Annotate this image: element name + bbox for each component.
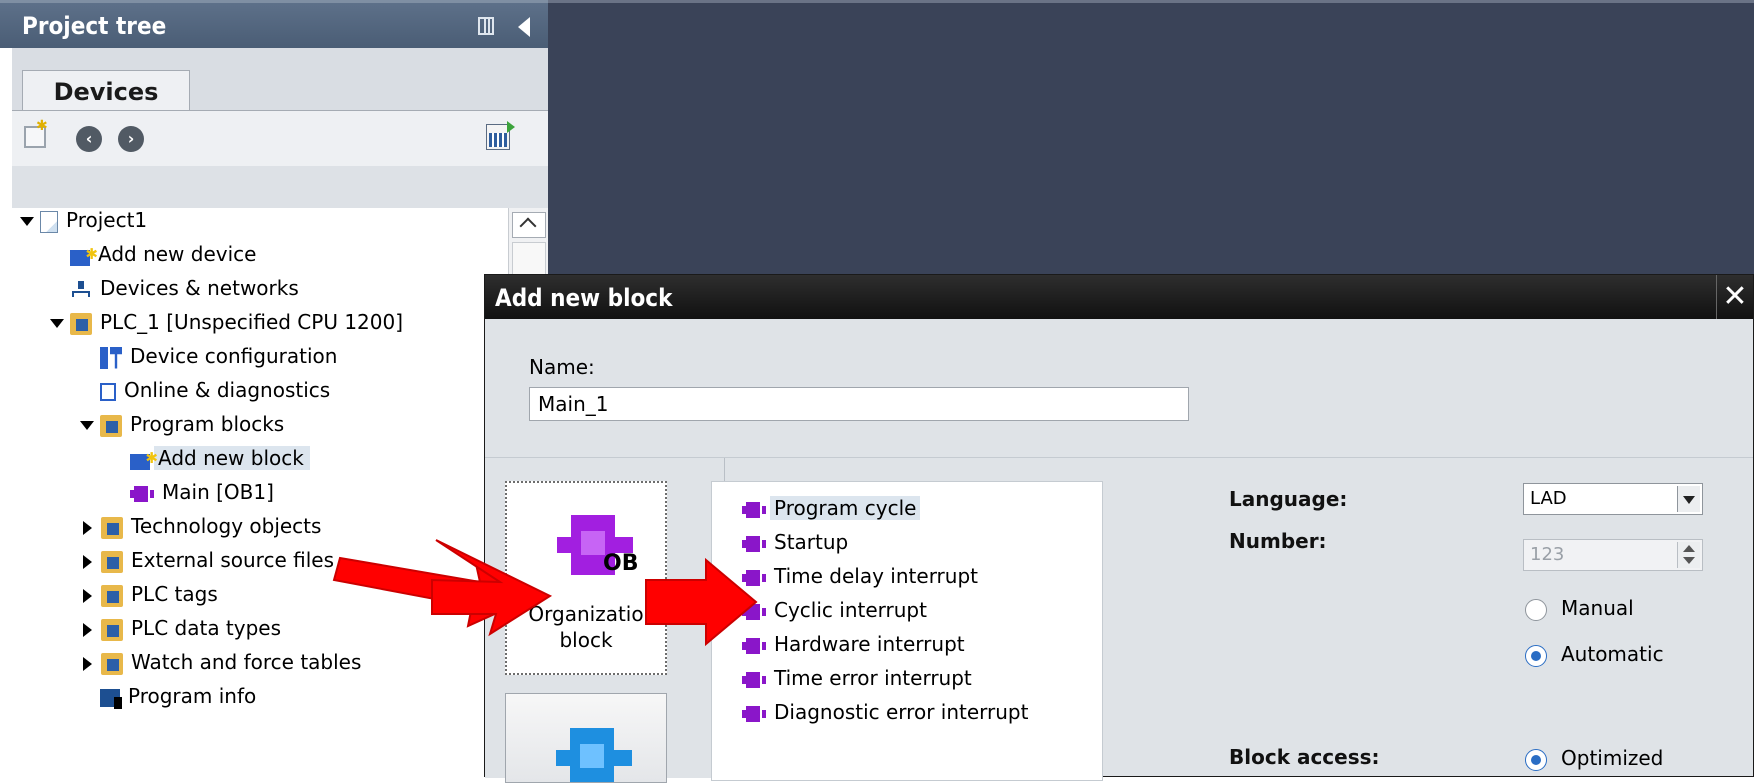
tree-item-online-diagnostics[interactable]: Online & diagnostics: [100, 374, 336, 406]
toolbar-divider: [548, 0, 1754, 3]
folder-icon: [101, 516, 123, 539]
collapse-arrow-icon[interactable]: [83, 588, 92, 603]
language-label: Language:: [1229, 487, 1348, 511]
radio-optimized[interactable]: [1525, 748, 1547, 771]
number-label: Number:: [1229, 529, 1327, 553]
add-new-block-dialog: Add new block ✕ Name: OB Organizatio blo…: [484, 274, 1754, 783]
network-icon: [70, 279, 92, 301]
collapse-arrow-icon[interactable]: [83, 622, 92, 637]
ob-type-program-cycle[interactable]: Program cycle: [742, 492, 921, 524]
devices-view-icon[interactable]: [486, 121, 515, 150]
tree-item-program-blocks[interactable]: Program blocks: [80, 408, 290, 440]
annotation-arrow-3: [645, 557, 758, 647]
ob-type-cyclic-interrupt[interactable]: Cyclic interrupt: [742, 594, 931, 626]
radio-automatic[interactable]: [1525, 644, 1547, 667]
folder-icon: [101, 618, 123, 641]
block-access-optimized[interactable]: Optimized: [1525, 743, 1663, 773]
tree-item-technology-objects[interactable]: Technology objects: [80, 510, 327, 542]
add-block-icon: [130, 442, 158, 474]
number-stepper[interactable]: 123: [1523, 539, 1703, 571]
tree-item-devices-networks[interactable]: Devices & networks: [70, 272, 305, 304]
ob-block-icon: [742, 705, 766, 722]
collapse-panel-icon[interactable]: [518, 17, 530, 37]
add-device-icon: [70, 238, 98, 270]
close-icon[interactable]: ✕: [1716, 275, 1753, 319]
number-mode-automatic[interactable]: Automatic: [1525, 639, 1664, 669]
expand-arrow-icon[interactable]: [20, 217, 34, 226]
number-mode-manual[interactable]: Manual: [1525, 593, 1634, 623]
project-tree-panel: Project tree Devices ‹ › Project1 Add ne…: [0, 0, 548, 777]
radio-manual[interactable]: [1525, 598, 1547, 621]
collapse-arrow-icon[interactable]: [83, 520, 92, 535]
ob-block-icon: [742, 501, 766, 518]
tree-item-plc1[interactable]: PLC_1 [Unspecified CPU 1200]: [50, 306, 409, 338]
forward-button[interactable]: ›: [118, 126, 144, 152]
tree-item-project1[interactable]: Project1: [20, 204, 153, 236]
tab-devices[interactable]: Devices: [22, 70, 190, 114]
tree-item-plc-data-types[interactable]: PLC data types: [80, 612, 287, 644]
folder-icon: [101, 550, 123, 573]
project-tree-title: Project tree: [22, 12, 167, 40]
device-config-icon: [100, 346, 122, 369]
tree-item-main-ob1[interactable]: Main [OB1]: [130, 476, 280, 508]
folder-icon: [101, 652, 123, 675]
project-tree-list: Project1 Add new device Devices & networ…: [12, 208, 509, 777]
ob-type-diagnostic-error-interrupt[interactable]: Diagnostic error interrupt: [742, 696, 1032, 728]
tree-item-add-new-device[interactable]: Add new device: [70, 238, 262, 270]
expand-arrow-icon[interactable]: [80, 421, 94, 430]
language-select[interactable]: LAD: [1523, 483, 1703, 515]
ob-type-hardware-interrupt[interactable]: Hardware interrupt: [742, 628, 969, 660]
tree-item-watch-force-tables[interactable]: Watch and force tables: [80, 646, 367, 678]
plc-icon: [70, 312, 92, 335]
tree-spacer: [12, 166, 548, 208]
ob-type-list: Program cycle Startup Time delay interru…: [711, 481, 1103, 781]
annotation-arrow-2: [431, 539, 553, 637]
collapse-arrow-icon[interactable]: [83, 554, 92, 569]
project-icon: [40, 210, 58, 233]
ob-type-time-error-interrupt[interactable]: Time error interrupt: [742, 662, 976, 694]
dialog-titlebar: Add new block ✕: [485, 275, 1753, 319]
ob-block-icon: [130, 485, 154, 502]
block-access-label: Block access:: [1229, 745, 1380, 769]
ob-type-time-delay-interrupt[interactable]: Time delay interrupt: [742, 560, 982, 592]
spin-arrows-icon[interactable]: [1677, 542, 1700, 568]
chevron-down-icon[interactable]: [1677, 486, 1700, 512]
back-button[interactable]: ‹: [76, 126, 102, 152]
function-block-icon: [556, 728, 632, 782]
ob-block-icon: [742, 535, 766, 552]
block-name-input[interactable]: [529, 387, 1189, 421]
scroll-up-button[interactable]: [512, 212, 546, 238]
collapse-arrow-icon[interactable]: [83, 656, 92, 671]
folder-icon: [101, 584, 123, 607]
language-value: LAD: [1530, 488, 1567, 509]
number-value: 123: [1530, 544, 1565, 565]
program-info-icon: [100, 688, 122, 709]
ob-block-icon: [742, 671, 766, 688]
name-label: Name:: [529, 355, 595, 379]
expand-arrow-icon[interactable]: [50, 319, 64, 328]
function-block-button[interactable]: [505, 693, 667, 783]
ob-type-startup[interactable]: Startup: [742, 526, 852, 558]
tree-item-external-source-files[interactable]: External source files: [80, 544, 340, 576]
diagnostics-icon: [100, 382, 116, 401]
tree-item-plc-tags[interactable]: PLC tags: [80, 578, 224, 610]
tree-item-program-info[interactable]: Program info: [100, 680, 262, 712]
dialog-title: Add new block: [495, 284, 673, 312]
project-tree-header: Project tree: [0, 0, 548, 48]
new-item-icon[interactable]: [24, 118, 48, 148]
folder-icon: [100, 414, 122, 437]
tree-item-add-new-block[interactable]: Add new block: [130, 442, 310, 474]
dock-icon[interactable]: [478, 17, 494, 35]
tree-item-device-configuration[interactable]: Device configuration: [100, 340, 343, 372]
